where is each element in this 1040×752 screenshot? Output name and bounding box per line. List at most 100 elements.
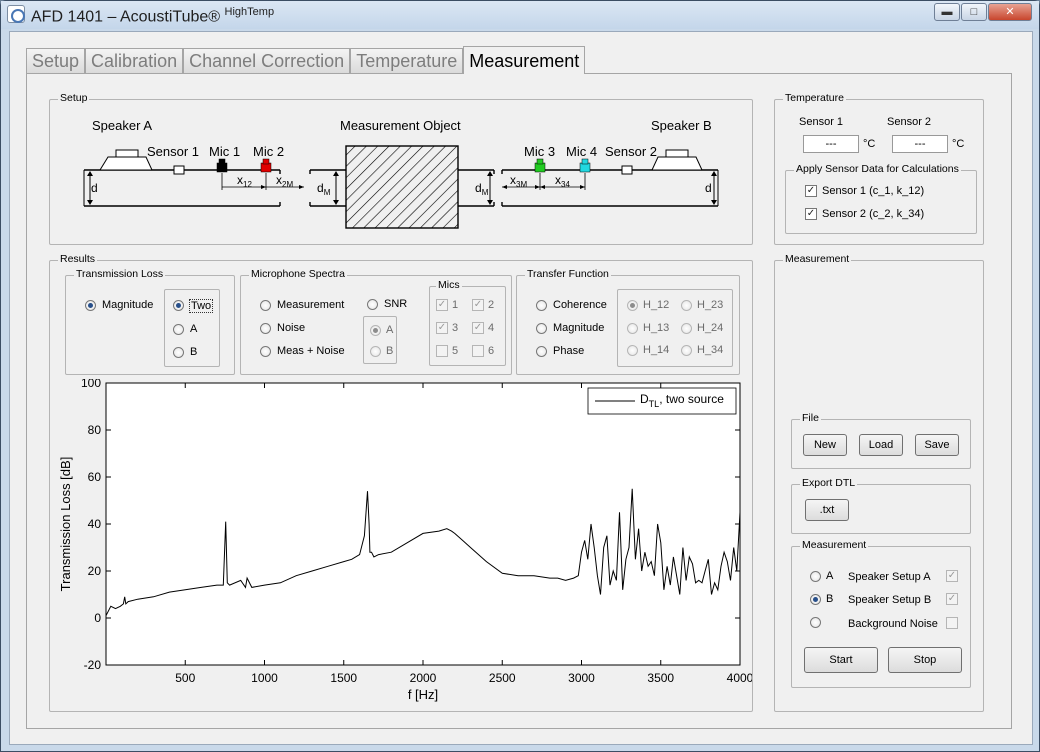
h24-label: H_24 xyxy=(697,322,724,334)
ms-meas-noise-radio[interactable] xyxy=(260,346,271,357)
x-tick-label: 3000 xyxy=(568,671,595,685)
mic-4-check-label: 4 xyxy=(488,322,495,334)
tab-measurement[interactable]: Measurement xyxy=(463,46,586,74)
x3m-sub: 3M xyxy=(516,180,527,189)
mic-5-checkbox[interactable] xyxy=(436,345,448,357)
h14-label: H_14 xyxy=(643,344,670,356)
mic-1-checkbox[interactable]: ✓ xyxy=(436,299,448,311)
x3m-label: x3M xyxy=(510,173,527,189)
y-tick-label: 100 xyxy=(81,379,101,390)
new-button[interactable]: New xyxy=(803,434,847,456)
h34-radio[interactable] xyxy=(681,345,692,356)
mics-label: Mics xyxy=(436,279,462,291)
speaker-setup-b-checkbox[interactable]: ✓ xyxy=(946,593,958,605)
export-txt-button[interactable]: .txt xyxy=(805,499,849,521)
x34-label: x34 xyxy=(555,173,570,189)
ms-snr-radio[interactable] xyxy=(367,299,378,310)
tab-calibration[interactable]: Calibration xyxy=(85,48,184,74)
measurement-object-label: Measurement Object xyxy=(340,118,461,133)
legend-prefix: D xyxy=(640,392,649,406)
meas-a-radio[interactable] xyxy=(810,571,821,582)
legend-suffix: , two source xyxy=(659,392,724,406)
app-window: AFD 1401 – AcoustiTube® HighTemp ▬ □ ✕ S… xyxy=(0,0,1040,752)
dm-right-label: dM xyxy=(475,181,489,197)
temp-sensor-1-field[interactable]: --- xyxy=(803,135,859,153)
sensor-1-marker xyxy=(173,165,185,175)
mic-2-check-label: 2 xyxy=(488,299,495,311)
close-button[interactable]: ✕ xyxy=(988,3,1032,21)
mic-6-checkbox[interactable] xyxy=(472,345,484,357)
snr-a-radio[interactable] xyxy=(370,325,381,336)
speaker-setup-a-checkbox[interactable]: ✓ xyxy=(946,570,958,582)
file-group: File New Load Save xyxy=(791,412,971,469)
snr-subgroup: A B xyxy=(363,316,397,364)
tl-magnitude-radio[interactable] xyxy=(85,300,96,311)
mic-4-checkbox[interactable]: ✓ xyxy=(472,322,484,334)
app-logo-icon xyxy=(7,5,25,23)
tl-a-radio[interactable] xyxy=(173,324,184,335)
h34-label: H_34 xyxy=(697,344,724,356)
maximize-button[interactable]: □ xyxy=(961,3,987,21)
meas-b-radio[interactable] xyxy=(810,594,821,605)
tl-b-radio[interactable] xyxy=(173,347,184,358)
start-button[interactable]: Start xyxy=(804,647,878,673)
temp-sensor-1-unit: °C xyxy=(863,138,876,150)
mic-3-check-label: 3 xyxy=(452,322,459,334)
apply-sensor-2-checkbox[interactable]: ✓ xyxy=(805,208,817,220)
tf-coherence-radio[interactable] xyxy=(536,300,547,311)
mic-3-checkbox[interactable]: ✓ xyxy=(436,322,448,334)
measurement-tab-page: Setup Speaker A Speaker B Measurement Ob… xyxy=(26,73,1012,729)
window-title: AFD 1401 – AcoustiTube® HighTemp xyxy=(31,6,274,26)
h13-radio[interactable] xyxy=(627,323,638,334)
x12-sub: 12 xyxy=(243,180,252,189)
mics-subgroup: Mics ✓ 1 ✓ 2 ✓ 3 ✓ 4 5 6 xyxy=(429,279,506,366)
window-controls: ▬ □ ✕ xyxy=(934,3,1032,21)
minimize-button[interactable]: ▬ xyxy=(934,3,960,21)
y-tick-label: 0 xyxy=(94,611,101,625)
temperature-group: Temperature Sensor 1 Sensor 2 --- °C ---… xyxy=(774,92,984,245)
snr-b-label: B xyxy=(386,345,394,357)
measurement-control-label: Measurement xyxy=(800,539,869,551)
tf-phase-radio[interactable] xyxy=(536,346,547,357)
tf-phase-label: Phase xyxy=(553,345,585,357)
h12-label: H_12 xyxy=(643,299,670,311)
tl-two-radio[interactable] xyxy=(173,300,184,311)
tab-channel-correction[interactable]: Channel Correction xyxy=(183,48,351,74)
sensor-2-label: Sensor 2 xyxy=(605,144,657,159)
background-noise-radio[interactable] xyxy=(810,617,821,628)
tab-setup[interactable]: Setup xyxy=(26,48,86,74)
speaker-setup-a-label: Speaker Setup A xyxy=(848,571,931,583)
dm-right-sub: M xyxy=(482,188,489,197)
tab-temperature[interactable]: Temperature xyxy=(350,48,464,74)
tl-magnitude-label: Magnitude xyxy=(102,299,154,311)
dm-right-main: d xyxy=(475,181,482,195)
temp-sensor-2-field[interactable]: --- xyxy=(892,135,948,153)
mic-4-label: Mic 4 xyxy=(566,144,597,159)
x-tick-label: 1500 xyxy=(330,671,357,685)
stop-button[interactable]: Stop xyxy=(888,647,962,673)
client-area: Setup Calibration Channel Correction Tem… xyxy=(9,31,1033,745)
save-button[interactable]: Save xyxy=(915,434,959,456)
snr-b-radio[interactable] xyxy=(370,346,381,357)
h24-radio[interactable] xyxy=(681,323,692,334)
ms-noise-radio[interactable] xyxy=(260,323,271,334)
speaker-a-icon xyxy=(99,149,153,171)
mic-2-checkbox[interactable]: ✓ xyxy=(472,299,484,311)
title-bar: AFD 1401 – AcoustiTube® HighTemp ▬ □ ✕ xyxy=(1,1,1039,29)
tf-magnitude-radio[interactable] xyxy=(536,323,547,334)
title-reg-mark: ® xyxy=(208,8,221,26)
transmission-loss-plot[interactable]: -20 0 20 40 60 80 100 500 1000 1500 2000 2500 3000 3… xyxy=(50,379,752,709)
h23-radio[interactable] xyxy=(681,300,692,311)
apply-sensor-1-checkbox[interactable]: ✓ xyxy=(805,185,817,197)
y-tick-label: -20 xyxy=(84,658,102,672)
ms-measurement-radio[interactable] xyxy=(260,300,271,311)
load-button[interactable]: Load xyxy=(859,434,903,456)
temp-sensor-2-unit: °C xyxy=(952,138,965,150)
h12-radio[interactable] xyxy=(627,300,638,311)
background-noise-checkbox[interactable] xyxy=(946,617,958,629)
microphone-spectra-label: Microphone Spectra xyxy=(249,268,347,280)
x-tick-label: 1000 xyxy=(251,671,278,685)
h14-radio[interactable] xyxy=(627,345,638,356)
meas-a-label: A xyxy=(826,570,834,582)
file-group-label: File xyxy=(800,412,821,424)
